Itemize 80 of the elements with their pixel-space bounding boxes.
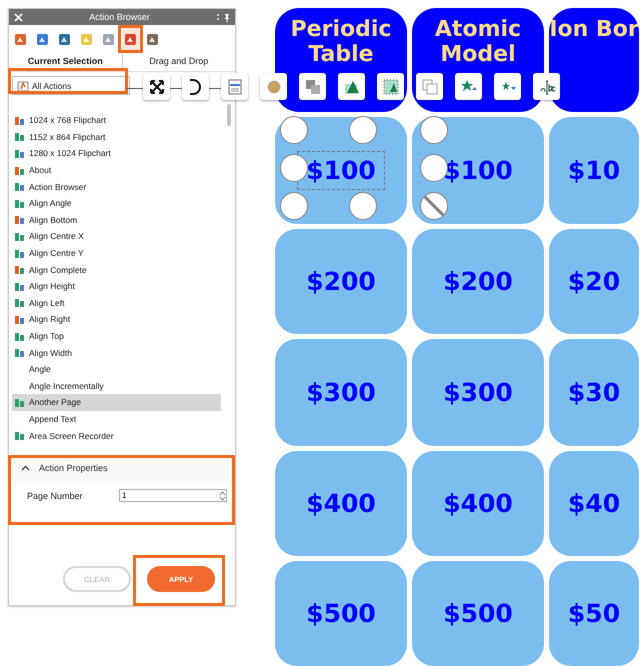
value-card[interactable]: $200 — [412, 229, 544, 334]
category-header[interactable]: Ion Bor — [549, 8, 639, 112]
chevron-up-icon — [21, 465, 30, 471]
action-icon — [14, 314, 25, 325]
pin-icon[interactable] — [216, 12, 230, 22]
value-card[interactable]: $300 — [275, 339, 407, 446]
action-filter-dropdown[interactable]: All Actions — [12, 76, 130, 95]
close-icon[interactable] — [14, 12, 23, 22]
toolbar-button[interactable] — [377, 73, 404, 100]
expand-icon — [148, 78, 166, 96]
action-list-item[interactable]: Align Width — [12, 344, 221, 361]
squares-icon — [304, 78, 322, 96]
action-icon — [14, 131, 25, 142]
action-icon — [14, 164, 25, 176]
action-list-item[interactable]: Align Top — [12, 328, 221, 344]
browser-icon — [78, 31, 94, 47]
value-card[interactable]: $20 — [549, 229, 639, 334]
toolbar-button[interactable] — [143, 73, 170, 100]
action-list-item[interactable]: Append Text — [12, 410, 221, 428]
spinner-arrows-icon — [219, 490, 226, 502]
action-list-item[interactable]: About — [12, 162, 221, 178]
value-card[interactable]: $30 — [549, 339, 639, 446]
browser-tab[interactable] — [122, 28, 139, 50]
value-card[interactable]: $400 — [412, 451, 544, 556]
value-card[interactable]: $400 — [275, 451, 407, 556]
value-card[interactable]: $200 — [275, 229, 407, 334]
action-icon — [14, 347, 25, 358]
action-icon — [14, 430, 25, 442]
toolbar-button[interactable] — [533, 73, 560, 100]
action-icon — [14, 198, 25, 209]
field-label: Page Number — [27, 490, 83, 500]
action-icon — [14, 214, 25, 226]
browser-icon — [144, 31, 160, 47]
action-list-item[interactable]: Align Height — [12, 278, 221, 295]
action-icon — [14, 148, 25, 159]
window-title: Action Browser — [88, 12, 151, 22]
action-list-item[interactable]: Align Centre Y — [12, 244, 221, 262]
browser-icon — [122, 31, 138, 47]
action-list-item[interactable]: Align Bottom — [12, 212, 221, 228]
action-icon — [14, 264, 25, 276]
action-icon — [14, 280, 25, 292]
action-list-item[interactable]: Angle — [12, 360, 221, 378]
action-icon — [14, 396, 25, 408]
page-number-spinner[interactable]: 1 — [119, 489, 227, 502]
action-list-item[interactable]: 1152 x 864 Flipchart — [12, 128, 221, 146]
browser-icon — [34, 31, 50, 47]
action-icon — [14, 114, 25, 126]
copy-icon — [420, 78, 438, 96]
action-icon — [14, 181, 25, 192]
action-list-item[interactable]: Another Page — [12, 394, 221, 411]
action-list-item[interactable]: Angle Incrementally — [12, 378, 221, 394]
scrollbar-thumb[interactable] — [227, 104, 231, 126]
action-icon — [14, 330, 25, 342]
flipchart-icon — [17, 80, 29, 92]
value-card[interactable]: $500 — [412, 561, 544, 666]
action-list-item[interactable]: Action Browser — [12, 178, 221, 195]
browser-icon — [56, 31, 72, 47]
action-list-item[interactable]: Area Screen Recorder — [12, 427, 221, 444]
action-list-item[interactable]: Align Right — [12, 311, 221, 328]
action-list-item[interactable]: Align Angle — [12, 194, 221, 212]
text-cursor-icon — [538, 78, 556, 96]
value-card[interactable]: $300 — [412, 339, 544, 446]
value-card[interactable]: $500 — [275, 561, 407, 666]
browser-icon — [12, 31, 28, 47]
highlight-frame — [118, 25, 143, 53]
browser-icon — [100, 31, 116, 47]
action-list-item[interactable]: Align Left — [12, 294, 221, 312]
list-icon — [226, 78, 244, 96]
action-icon — [14, 248, 25, 259]
action-list-item[interactable]: Align Complete — [12, 261, 221, 278]
value-card[interactable]: $10 — [549, 117, 639, 224]
action-list-item[interactable]: 1280 x 1024 Flipchart — [12, 145, 221, 162]
toolbar-button[interactable] — [182, 73, 209, 100]
triangle-dots-icon — [382, 78, 400, 96]
value-card[interactable]: $50 — [549, 561, 639, 666]
action-icon — [14, 230, 25, 242]
action-list-item[interactable]: Align Centre X — [12, 228, 221, 245]
action-icon — [14, 297, 25, 308]
value-card[interactable]: $40 — [549, 451, 639, 556]
action-list-item[interactable]: 1024 x 768 Flipchart — [12, 112, 221, 129]
